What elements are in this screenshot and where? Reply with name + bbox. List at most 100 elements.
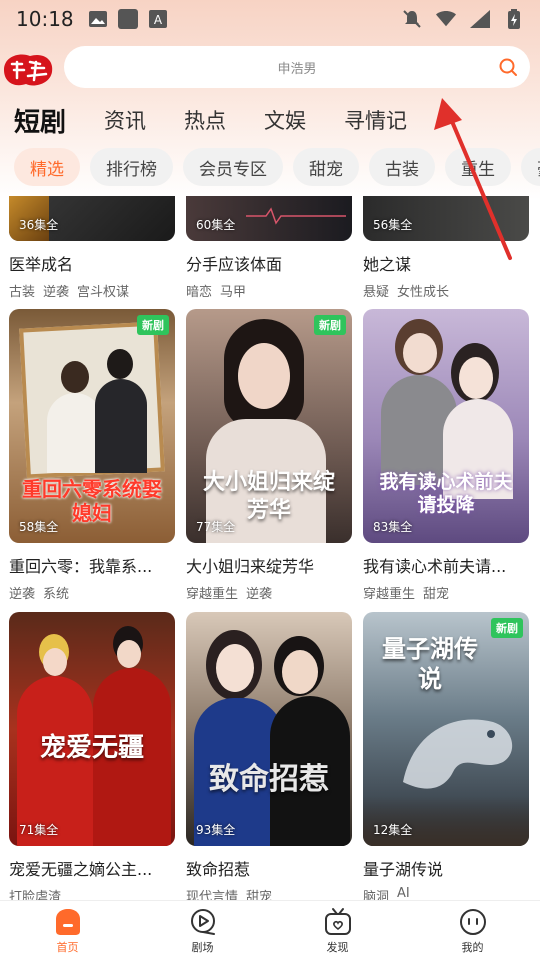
chip-sweet[interactable]: 甜宠: [293, 148, 359, 186]
tag[interactable]: 宫斗权谋: [77, 281, 129, 300]
bottom-nav: 首页 剧场 发现 我的: [0, 900, 540, 960]
drama-poster[interactable]: 致命招惹 93集全: [186, 612, 352, 846]
drama-poster[interactable]: 重回六零系统娶媳妇 新剧 58集全: [9, 309, 175, 543]
status-time: 10:18: [16, 7, 74, 31]
tag[interactable]: 打脸虐渣: [9, 886, 61, 900]
drama-card[interactable]: 大小姐归来绽芳华 新剧 77集全 大小姐归来绽芳华 穿越重生 逆袭: [186, 309, 352, 602]
battery-icon: [504, 9, 524, 29]
tag[interactable]: AI: [397, 886, 410, 900]
gallery-notification-icon: [88, 9, 108, 29]
main-tabs: 短剧 资讯 热点 文娱 寻情记: [14, 100, 407, 140]
search-bar[interactable]: 申浩男: [64, 46, 530, 88]
drama-tags: 穿越重生 甜宠: [363, 583, 529, 602]
tag[interactable]: 马甲: [220, 281, 246, 300]
tag[interactable]: 现代言情: [186, 886, 238, 900]
drama-title[interactable]: 宠爱无疆之嫡公主...: [9, 856, 175, 880]
tab-short-drama[interactable]: 短剧: [14, 102, 66, 139]
app-notification-icon: [117, 9, 138, 29]
svg-text:A: A: [154, 13, 163, 27]
tab-xunqingji[interactable]: 寻情记: [344, 105, 407, 135]
chip-featured[interactable]: 精选: [14, 148, 80, 186]
drama-poster[interactable]: 宠爱无疆 71集全: [9, 612, 175, 846]
tag[interactable]: 穿越重生: [363, 583, 415, 602]
drama-tags: 现代言情 甜宠: [186, 886, 352, 900]
tag[interactable]: 悬疑: [363, 281, 389, 300]
nav-discover[interactable]: 发现: [298, 907, 378, 955]
nav-theater[interactable]: 剧场: [163, 907, 243, 955]
drama-title[interactable]: 重回六零：我靠系...: [9, 553, 175, 577]
tab-hot[interactable]: 热点: [184, 105, 226, 135]
tag[interactable]: 系统: [43, 583, 69, 602]
episode-count: 12集全: [373, 823, 413, 837]
nav-label: 我的: [461, 940, 484, 954]
tag[interactable]: 暗恋: [186, 281, 212, 300]
drama-tags: 暗恋 马甲: [186, 281, 352, 300]
episode-count: 58集全: [19, 520, 59, 534]
drama-title[interactable]: 大小姐归来绽芳华: [186, 553, 352, 577]
poster-title: 我有读心术前夫请投降: [379, 471, 513, 516]
poster-title: 致命招惹: [209, 762, 329, 797]
drama-title[interactable]: 医举成名: [9, 251, 175, 275]
chip-ranking[interactable]: 排行榜: [90, 148, 173, 186]
drama-card[interactable]: 我有读心术前夫请投降 83集全 我有读心术前夫请... 穿越重生 甜宠: [363, 309, 529, 602]
drama-card[interactable]: 致命招惹 93集全 致命招惹 现代言情 甜宠: [186, 612, 352, 900]
drama-title[interactable]: 我有读心术前夫请...: [363, 553, 529, 577]
drama-tags: 逆袭 系统: [9, 583, 175, 602]
app-logo[interactable]: [0, 50, 56, 90]
drama-card[interactable]: 重回六零系统娶媳妇 新剧 58集全 重回六零：我靠系... 逆袭 系统: [9, 309, 175, 602]
episode-count: 93集全: [196, 823, 236, 837]
theater-icon: [190, 908, 215, 935]
nav-label: 剧场: [191, 940, 214, 954]
discover-tv-icon: [324, 907, 351, 935]
chip-wealthy[interactable]: 豪门: [521, 148, 540, 186]
drama-title[interactable]: 她之谋: [363, 251, 529, 275]
drama-poster[interactable]: 我有读心术前夫请投降 83集全: [363, 309, 529, 543]
drama-title[interactable]: 分手应该体面: [186, 251, 352, 275]
drama-poster[interactable]: 大小姐归来绽芳华 新剧 77集全: [186, 309, 352, 543]
tag[interactable]: 女性成长: [397, 281, 449, 300]
drama-card[interactable]: 60集全 分手应该体面 暗恋 马甲: [186, 196, 352, 300]
episode-count: 36集全: [19, 218, 59, 232]
tag[interactable]: 穿越重生: [186, 583, 238, 602]
tag[interactable]: 逆袭: [43, 281, 69, 300]
drama-poster[interactable]: 60集全: [186, 196, 352, 241]
nav-label: 发现: [326, 940, 349, 954]
profile-icon: [459, 908, 486, 935]
new-badge: 新剧: [491, 618, 523, 638]
episode-count: 77集全: [196, 520, 236, 534]
drama-card[interactable]: 宠爱无疆 71集全 宠爱无疆之嫡公主... 打脸虐渣: [9, 612, 175, 900]
poster-title: 量子湖传说: [382, 634, 478, 693]
drama-card[interactable]: 56集全 她之谋 悬疑 女性成长: [363, 196, 529, 300]
new-badge: 新剧: [314, 315, 346, 335]
tag[interactable]: 甜宠: [423, 583, 449, 602]
tag[interactable]: 古装: [9, 281, 35, 300]
status-bar: 10:18 A: [0, 0, 540, 38]
tag[interactable]: 甜宠: [246, 886, 272, 900]
chip-rebirth[interactable]: 重生: [445, 148, 511, 186]
poster-title: 大小姐归来绽芳华: [202, 469, 335, 523]
nav-label: 首页: [56, 940, 79, 954]
episode-count: 83集全: [373, 520, 413, 534]
tab-entertainment[interactable]: 文娱: [264, 105, 306, 135]
episode-count: 56集全: [373, 218, 413, 232]
tag[interactable]: 脑洞: [363, 886, 389, 900]
drama-poster[interactable]: 56集全: [363, 196, 529, 241]
drama-tags: 穿越重生 逆袭: [186, 583, 352, 602]
filter-chips: 精选 排行榜 会员专区 甜宠 古装 重生 豪门: [14, 148, 540, 188]
drama-title[interactable]: 致命招惹: [186, 856, 352, 880]
drama-poster[interactable]: 量子湖传说 新剧 12集全: [363, 612, 529, 846]
drama-title[interactable]: 量子湖传说: [363, 856, 529, 880]
chip-vip[interactable]: 会员专区: [183, 148, 283, 186]
drama-poster[interactable]: 36集全: [9, 196, 175, 241]
tab-news[interactable]: 资讯: [104, 105, 146, 135]
new-badge: 新剧: [137, 315, 169, 335]
tag[interactable]: 逆袭: [246, 583, 272, 602]
tag[interactable]: 逆袭: [9, 583, 35, 602]
nav-home[interactable]: 首页: [28, 907, 108, 955]
search-icon[interactable]: [498, 57, 518, 77]
drama-card[interactable]: 量子湖传说 新剧 12集全 量子湖传说 脑洞 AI: [363, 612, 529, 900]
drama-card[interactable]: 36集全 医举成名 古装 逆袭 宫斗权谋: [9, 196, 175, 300]
chip-costume[interactable]: 古装: [369, 148, 435, 186]
nav-profile[interactable]: 我的: [433, 907, 513, 955]
drama-tags: 古装 逆袭 宫斗权谋: [9, 281, 175, 300]
